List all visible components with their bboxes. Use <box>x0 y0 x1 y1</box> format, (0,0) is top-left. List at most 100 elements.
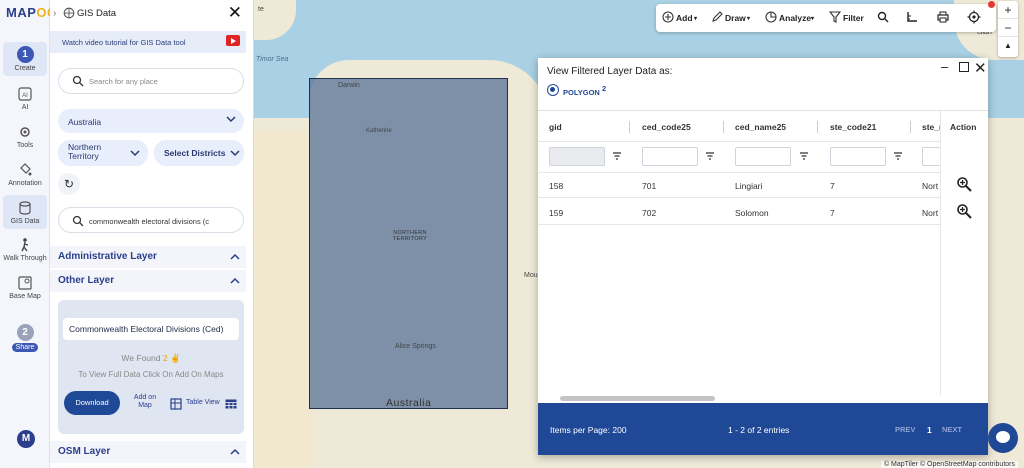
locate-icon[interactable] <box>967 10 981 24</box>
caret-down-icon: ▾ <box>747 16 751 22</box>
rail-base-map-label: Base Map <box>9 293 41 300</box>
cell-gid: 159 <box>549 208 564 218</box>
layer-search-value: commonwealth electoral divisions (c <box>89 217 210 226</box>
refresh-icon[interactable]: ↻ <box>58 173 80 195</box>
table-search-icon[interactable] <box>170 398 182 410</box>
divider <box>538 110 988 111</box>
rail-tools[interactable]: Tools <box>3 124 47 149</box>
layer-result-card: Commonwealth Electoral Divisions (Ced) W… <box>58 300 244 434</box>
close-icon[interactable]: ✕ <box>974 59 987 77</box>
print-icon[interactable] <box>937 11 949 23</box>
electoral-division-polygon[interactable] <box>309 78 508 409</box>
ced-name25-filter-input[interactable] <box>735 147 791 166</box>
svg-text:AI: AI <box>22 93 28 99</box>
ste-code21-filter-input[interactable] <box>830 147 886 166</box>
youtube-icon[interactable] <box>226 35 240 46</box>
cell-ced-code25: 701 <box>642 181 657 191</box>
header-divider <box>538 141 940 142</box>
chevron-down-icon <box>130 150 140 157</box>
measure-icon[interactable] <box>906 11 918 23</box>
rail-annotation[interactable]: Annotation <box>3 162 47 187</box>
scrollbar-thumb[interactable] <box>560 396 715 401</box>
analyze-button[interactable]: Analyze <box>779 13 811 23</box>
column-separator[interactable] <box>817 121 818 133</box>
rail-share[interactable]: 2 Share <box>3 324 47 352</box>
gis-data-icon <box>63 7 75 19</box>
other-layer-section[interactable]: Other Layer <box>50 270 246 292</box>
found-count: 2 <box>162 353 168 363</box>
column-header-ste-code21[interactable]: ste_code21 <box>830 122 876 132</box>
state-select[interactable]: Northern Territory <box>58 140 148 166</box>
download-button[interactable]: Download <box>64 391 120 415</box>
rail-gis-data-label: GIS Data <box>10 218 40 225</box>
row-divider <box>538 224 940 225</box>
user-avatar[interactable]: M <box>17 430 35 448</box>
filter-lines-icon[interactable] <box>612 151 622 161</box>
column-header-ced-name25[interactable]: ced_name25 <box>735 122 786 132</box>
gid-filter-input <box>549 147 605 166</box>
column-separator[interactable] <box>723 121 724 133</box>
layer-search-input[interactable]: commonwealth electoral divisions (c <box>58 207 244 233</box>
rail-walk-through-label: Walk Through <box>3 255 47 262</box>
place-search-placeholder: Search for any place <box>89 77 158 86</box>
notification-dot <box>988 1 995 8</box>
cell-gid: 158 <box>549 181 564 191</box>
rail-walk-through[interactable]: Walk Through <box>3 237 47 262</box>
district-select[interactable]: Select Districts <box>154 140 244 166</box>
column-separator[interactable] <box>910 121 911 133</box>
rail-gis-data[interactable]: GIS Data <box>3 195 47 229</box>
polygon-radio[interactable] <box>547 84 559 96</box>
current-page[interactable]: 1 <box>927 425 932 435</box>
column-header-ste-name[interactable]: ste_r <box>922 122 940 132</box>
osm-layer-title: OSM Layer <box>58 446 111 457</box>
panel-title: GIS Data <box>77 8 117 19</box>
filter-lines-icon[interactable] <box>705 151 715 161</box>
rail-create[interactable]: 1 Create <box>3 42 47 76</box>
osm-layer-section[interactable]: OSM Layer <box>50 441 246 463</box>
add-on-map-button[interactable]: Add on Map <box>130 394 160 410</box>
zoom-to-feature-icon[interactable] <box>956 203 972 219</box>
column-separator[interactable] <box>629 121 630 133</box>
chat-icon[interactable] <box>988 423 1018 453</box>
minimize-icon[interactable]: – <box>941 59 948 74</box>
country-select[interactable]: Australia <box>58 109 244 133</box>
table-view-button[interactable]: Table View <box>186 399 220 406</box>
filter-lines-icon[interactable] <box>893 151 903 161</box>
chevron-right-icon[interactable]: › <box>53 8 56 19</box>
maximize-icon[interactable] <box>959 62 969 72</box>
prev-button[interactable]: PREV <box>895 425 915 434</box>
district-value: Select Districts <box>164 148 226 158</box>
filter-lines-icon[interactable] <box>799 151 809 161</box>
chevron-up-icon <box>230 277 240 284</box>
draw-button[interactable]: Draw <box>725 13 746 23</box>
horizontal-scrollbar[interactable] <box>542 396 980 401</box>
analyze-icon <box>765 11 777 23</box>
next-button[interactable]: NEXT <box>942 425 962 434</box>
column-header-ced-code25[interactable]: ced_code25 <box>642 122 691 132</box>
administrative-layer-section[interactable]: Administrative Layer <box>50 246 246 268</box>
zoom-in-button[interactable]: + <box>998 1 1018 19</box>
paint-bucket-icon <box>20 163 32 176</box>
table-icon[interactable] <box>225 399 237 409</box>
items-per-page[interactable]: Items per Page: 200 <box>550 425 627 435</box>
zoom-to-feature-icon[interactable] <box>956 176 972 192</box>
zoom-controls: + − ▲ <box>998 1 1018 57</box>
map-attribution[interactable]: © MapTiler © OpenStreetMap contributors <box>880 461 1018 468</box>
ced-code25-filter-input[interactable] <box>642 147 698 166</box>
west-land <box>254 130 314 468</box>
close-icon[interactable]: ✕ <box>228 3 242 23</box>
add-button[interactable]: Add <box>676 13 693 23</box>
pagination-bar: Items per Page: 200 1 - 2 of 2 entries P… <box>538 403 988 455</box>
column-header-gid[interactable]: gid <box>549 122 562 132</box>
ste-name-filter-input[interactable] <box>922 147 940 166</box>
tutorial-banner[interactable]: Watch video tutorial for GIS Data tool <box>50 31 246 53</box>
filter-button[interactable]: Filter <box>843 13 864 23</box>
compass-north-button[interactable]: ▲ <box>998 37 1018 55</box>
map-label-te: te <box>258 6 264 13</box>
rail-base-map[interactable]: Base Map <box>3 275 47 300</box>
search-icon[interactable] <box>877 11 889 23</box>
zoom-out-button[interactable]: − <box>998 19 1018 37</box>
action-column <box>940 110 988 396</box>
place-search-input[interactable]: Search for any place <box>58 68 244 94</box>
rail-ai[interactable]: AI AI <box>3 86 47 111</box>
